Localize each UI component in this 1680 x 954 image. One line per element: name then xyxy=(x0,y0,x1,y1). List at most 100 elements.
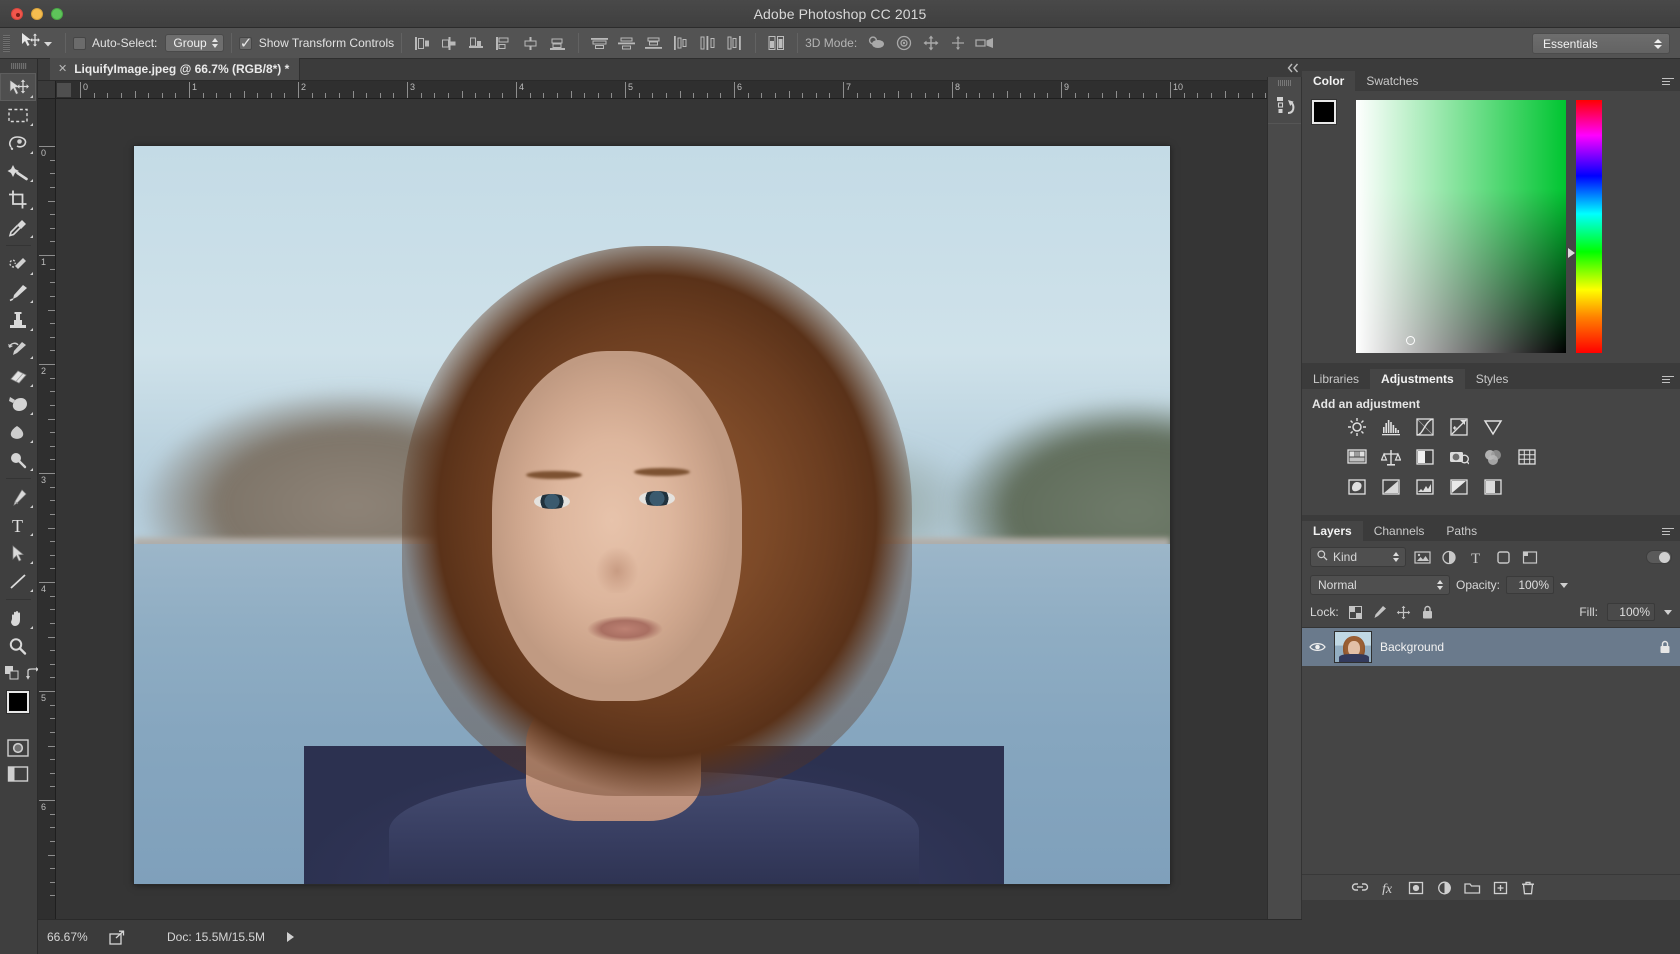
rectangular-marquee-tool[interactable] xyxy=(0,101,36,129)
tab-swatches[interactable]: Swatches xyxy=(1355,71,1430,91)
slide-3d-object-icon[interactable] xyxy=(944,31,971,55)
canvas-area[interactable] xyxy=(56,99,1302,919)
workspace-switcher[interactable]: Essentials xyxy=(1532,33,1670,54)
tools-panel-grip[interactable] xyxy=(0,59,37,73)
vibrance-icon[interactable] xyxy=(1482,417,1504,437)
levels-icon[interactable] xyxy=(1380,417,1402,437)
exposure-icon[interactable] xyxy=(1448,417,1470,437)
tab-adjustments[interactable]: Adjustments xyxy=(1370,369,1465,389)
auto-select-checkbox[interactable] xyxy=(73,36,86,50)
add-layer-style-icon[interactable]: fx xyxy=(1374,876,1402,900)
share-icon[interactable] xyxy=(105,927,129,947)
maximize-button[interactable] xyxy=(51,8,63,20)
horizontal-ruler[interactable]: 0 1 2 3 4 5 6 7 8 9 10 xyxy=(38,81,1302,99)
invert-icon[interactable] xyxy=(1346,477,1368,497)
lock-image-pixels-icon[interactable] xyxy=(1372,605,1387,620)
dodge-tool[interactable] xyxy=(0,446,36,474)
lock-all-icon[interactable] xyxy=(1420,605,1435,620)
auto-select-scope-dropdown[interactable]: Group xyxy=(165,34,224,52)
align-horizontal-centers-icon[interactable] xyxy=(436,31,463,55)
tab-layers[interactable]: Layers xyxy=(1302,521,1363,541)
eye-icon[interactable] xyxy=(1308,638,1326,656)
lasso-tool[interactable] xyxy=(0,129,36,157)
panel-menu-icon[interactable] xyxy=(1662,373,1674,385)
distribute-right-edges-icon[interactable] xyxy=(721,31,748,55)
layer-row[interactable]: Background xyxy=(1302,628,1680,666)
distribute-horizontal-centers-icon[interactable] xyxy=(694,31,721,55)
blur-tool[interactable] xyxy=(0,418,36,446)
distribute-left-edges-icon[interactable] xyxy=(667,31,694,55)
filter-pixel-layers-icon[interactable] xyxy=(1411,547,1433,567)
quick-mask-mode-icon[interactable] xyxy=(0,735,36,761)
active-tool-indicator[interactable] xyxy=(12,32,58,55)
magic-wand-tool[interactable] xyxy=(0,157,36,185)
fill-slider-caret-icon[interactable] xyxy=(1664,609,1672,615)
screen-mode-icon[interactable] xyxy=(0,761,36,787)
distribute-vertical-centers-icon[interactable] xyxy=(613,31,640,55)
close-button[interactable] xyxy=(11,8,23,20)
channel-mixer-icon[interactable] xyxy=(1482,447,1504,467)
panel-menu-icon[interactable] xyxy=(1662,525,1674,537)
tab-libraries[interactable]: Libraries xyxy=(1302,369,1371,389)
lock-position-icon[interactable] xyxy=(1396,605,1411,620)
horizontal-type-tool[interactable]: T xyxy=(0,511,36,539)
foreground-color-swatch[interactable] xyxy=(7,691,29,713)
photo-filter-icon[interactable] xyxy=(1448,447,1470,467)
new-layer-icon[interactable] xyxy=(1486,876,1514,900)
filter-type-layers-icon[interactable]: T xyxy=(1465,547,1487,567)
options-bar-grip[interactable] xyxy=(0,28,12,59)
tab-color[interactable]: Color xyxy=(1302,71,1356,91)
zoom-level[interactable]: 66.67% xyxy=(47,930,105,944)
fill-input[interactable]: 100% xyxy=(1607,603,1655,621)
clone-stamp-tool[interactable] xyxy=(0,306,36,334)
rail-grip[interactable] xyxy=(1268,77,1301,89)
eyedropper-tool[interactable] xyxy=(0,213,36,241)
path-selection-tool[interactable] xyxy=(0,539,36,567)
new-fill-adjustment-layer-icon[interactable] xyxy=(1430,876,1458,900)
lock-icon[interactable] xyxy=(1658,639,1672,655)
brush-tool[interactable] xyxy=(0,278,36,306)
scale-3d-object-icon[interactable] xyxy=(971,31,998,55)
foreground-color-swatch[interactable] xyxy=(1312,100,1336,124)
layer-thumbnail[interactable] xyxy=(1334,631,1372,663)
move-tool[interactable] xyxy=(0,73,36,101)
align-right-edges-icon[interactable] xyxy=(463,31,490,55)
filter-enable-toggle[interactable] xyxy=(1646,550,1672,564)
color-lookup-icon[interactable] xyxy=(1516,447,1538,467)
add-layer-mask-icon[interactable] xyxy=(1402,876,1430,900)
tab-styles[interactable]: Styles xyxy=(1464,369,1520,389)
brightness-contrast-icon[interactable] xyxy=(1346,417,1368,437)
document-image[interactable] xyxy=(134,146,1170,884)
history-panel-icon[interactable] xyxy=(1268,89,1303,121)
close-icon[interactable]: ✕ xyxy=(58,63,67,75)
document-tab[interactable]: ✕ LiquifyImage.jpeg @ 66.7% (RGB/8*) * xyxy=(50,58,301,80)
pan-3d-object-icon[interactable] xyxy=(917,31,944,55)
distribute-top-edges-icon[interactable] xyxy=(586,31,613,55)
zoom-tool[interactable] xyxy=(0,632,36,660)
curves-icon[interactable] xyxy=(1414,417,1436,437)
crop-tool[interactable] xyxy=(0,185,36,213)
distribute-bottom-edges-icon[interactable] xyxy=(640,31,667,55)
align-bottom-edges-icon[interactable] xyxy=(544,31,571,55)
line-tool[interactable] xyxy=(0,567,36,595)
delete-layer-icon[interactable] xyxy=(1514,876,1542,900)
hue-strip[interactable] xyxy=(1568,100,1602,353)
color-balance-icon[interactable] xyxy=(1380,447,1402,467)
collapse-panels-icon[interactable] xyxy=(1284,59,1302,77)
filter-smart-object-icon[interactable] xyxy=(1519,547,1541,567)
link-layers-icon[interactable] xyxy=(1346,876,1374,900)
align-vertical-centers-icon[interactable] xyxy=(517,31,544,55)
layer-name[interactable]: Background xyxy=(1380,640,1444,654)
eraser-tool[interactable] xyxy=(0,362,36,390)
vertical-ruler[interactable]: 0 1 2 3 4 5 6 xyxy=(38,99,56,919)
selective-color-icon[interactable] xyxy=(1482,477,1504,497)
opacity-slider-caret-icon[interactable] xyxy=(1560,582,1569,588)
posterize-icon[interactable] xyxy=(1380,477,1402,497)
filter-adjustment-layers-icon[interactable] xyxy=(1438,547,1460,567)
blend-mode-dropdown[interactable]: Normal xyxy=(1310,575,1450,595)
minimize-button[interactable] xyxy=(31,8,43,20)
history-brush-tool[interactable] xyxy=(0,334,36,362)
hand-tool[interactable] xyxy=(0,604,36,632)
opacity-input[interactable]: 100% xyxy=(1506,576,1555,594)
filter-shape-layers-icon[interactable] xyxy=(1492,547,1514,567)
